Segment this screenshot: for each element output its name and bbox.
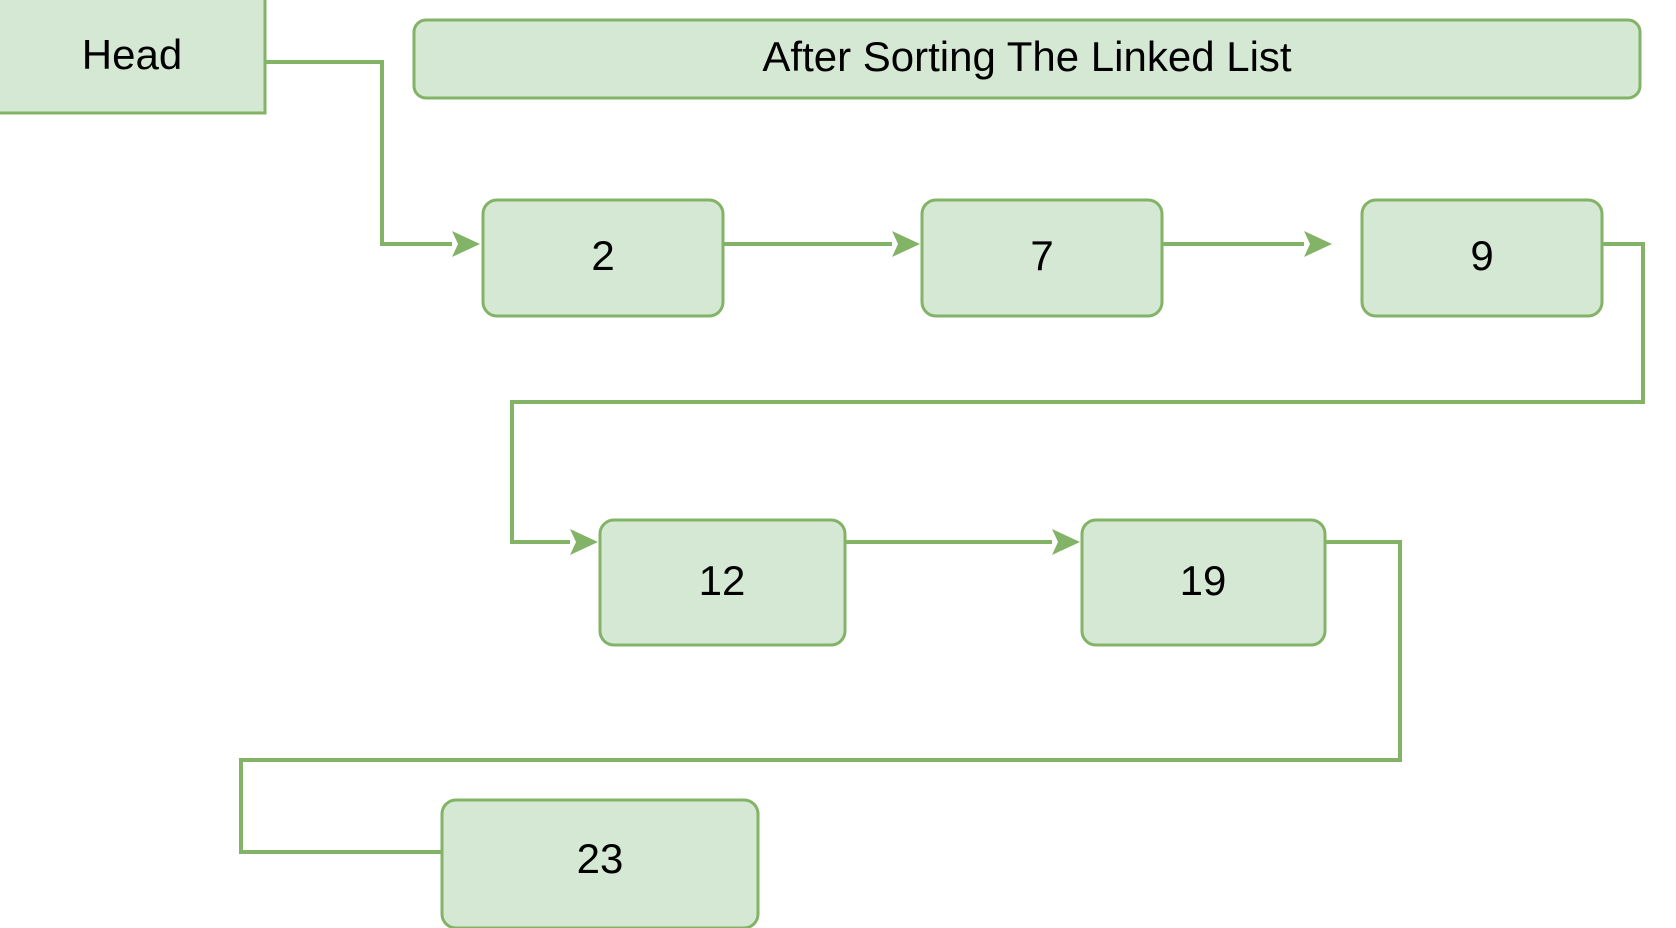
- edge-2-to-7: [723, 231, 920, 257]
- node-7[interactable]: 7: [920, 198, 1164, 318]
- edge-7-to-9: [1135, 231, 1332, 257]
- title-box: After Sorting The Linked List: [412, 18, 1642, 100]
- edge-2-to-7-arrowhead: [892, 231, 920, 257]
- node-23-label: 23: [577, 835, 624, 882]
- node-2-label: 2: [591, 232, 614, 279]
- node-9-label: 9: [1470, 232, 1493, 279]
- node-2[interactable]: 2: [481, 198, 725, 318]
- node-19-label: 19: [1180, 557, 1227, 604]
- edge-12-to-19-arrowhead: [1052, 529, 1080, 555]
- edge-12-to-19: [845, 529, 1080, 555]
- node-12[interactable]: 12: [598, 518, 847, 647]
- node-19[interactable]: 19: [1080, 518, 1327, 647]
- node-23[interactable]: 23: [440, 798, 760, 928]
- diagram-canvas-root: Head After Sorting The Linked List 2 7 9…: [0, 0, 1676, 928]
- node-12-label: 12: [699, 557, 746, 604]
- title-box-label: After Sorting The Linked List: [762, 33, 1292, 80]
- node-head[interactable]: Head: [0, 0, 267, 115]
- edge-9-to-12-arrowhead: [570, 529, 598, 555]
- node-9[interactable]: 9: [1360, 198, 1604, 318]
- linked-list-diagram: Head After Sorting The Linked List 2 7 9…: [0, 0, 1645, 928]
- edge-head-to-2-arrowhead: [452, 231, 480, 257]
- node-7-label: 7: [1030, 232, 1053, 279]
- edge-7-to-9-arrowhead: [1304, 231, 1332, 257]
- node-head-label: Head: [82, 31, 182, 78]
